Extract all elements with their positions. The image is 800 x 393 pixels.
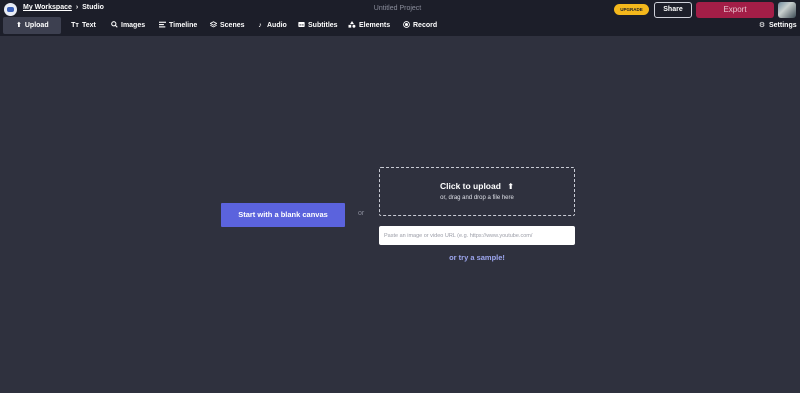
tab-record[interactable]: Record [402,17,437,34]
try-sample-link[interactable]: or try a sample! [379,253,575,262]
tab-elements[interactable]: Elements [348,17,390,34]
search-icon [110,21,118,30]
timeline-icon [158,21,166,30]
app-logo-icon[interactable] [4,3,17,16]
tab-upload-label: Upload [24,22,49,29]
tab-elements-label: Elements [359,22,391,29]
settings-label: Settings [769,22,797,29]
subtitles-icon [297,21,305,30]
media-url-input[interactable] [379,226,575,245]
tab-images-label: Images [121,22,146,29]
top-bar: My Workspace › Studio Untitled Project U… [0,0,800,36]
share-button[interactable]: Share [654,2,692,18]
breadcrumb-workspace-link[interactable]: My Workspace [23,4,72,11]
tab-scenes-label: Scenes [220,22,245,29]
start-blank-canvas-button[interactable]: Start with a blank canvas [221,203,345,227]
breadcrumb-current: Studio [82,4,104,11]
breadcrumb-separator: › [75,4,79,11]
breadcrumb: My Workspace › Studio [23,4,104,11]
user-avatar[interactable] [778,2,796,18]
dropzone-subtitle: or, drag and drop a file here [440,195,514,201]
toolbar: ⬆ Upload Tт Text Images Timeline Scenes [0,17,800,35]
tab-record-label: Record [413,22,438,29]
tab-text[interactable]: Tт Text [71,17,96,34]
shapes-icon [348,21,356,30]
export-button[interactable]: Export [696,2,774,18]
tab-text-label: Text [82,22,96,29]
upload-icon: ⬆ [16,22,22,29]
gear-icon: ⚙ [758,22,766,29]
project-title[interactable]: Untitled Project [360,5,435,12]
tab-subtitles-label: Subtitles [308,22,338,29]
upload-icon: ⬆ [507,182,514,191]
upload-dropzone[interactable]: Click to upload ⬆ or, drag and drop a fi… [379,167,575,216]
dropzone-title-text: Click to upload [440,181,501,191]
dropzone-title: Click to upload ⬆ [380,181,574,191]
tab-images[interactable]: Images [110,17,145,34]
tab-scenes[interactable]: Scenes [208,17,245,34]
tab-timeline-label: Timeline [169,22,198,29]
record-icon [402,21,410,30]
tab-timeline[interactable]: Timeline [158,17,197,34]
tab-audio[interactable]: ♪ Audio [256,17,287,34]
tab-upload[interactable]: ⬆ Upload [3,17,61,34]
tab-audio-label: Audio [267,22,287,29]
text-icon: Tт [71,22,79,29]
or-divider: or [358,210,365,217]
layers-icon [208,21,218,30]
upgrade-button[interactable]: UPGRADE [614,4,649,15]
music-note-icon: ♪ [258,22,262,29]
tab-subtitles[interactable]: Subtitles [297,17,338,34]
settings-button[interactable]: ⚙ Settings [758,17,797,34]
